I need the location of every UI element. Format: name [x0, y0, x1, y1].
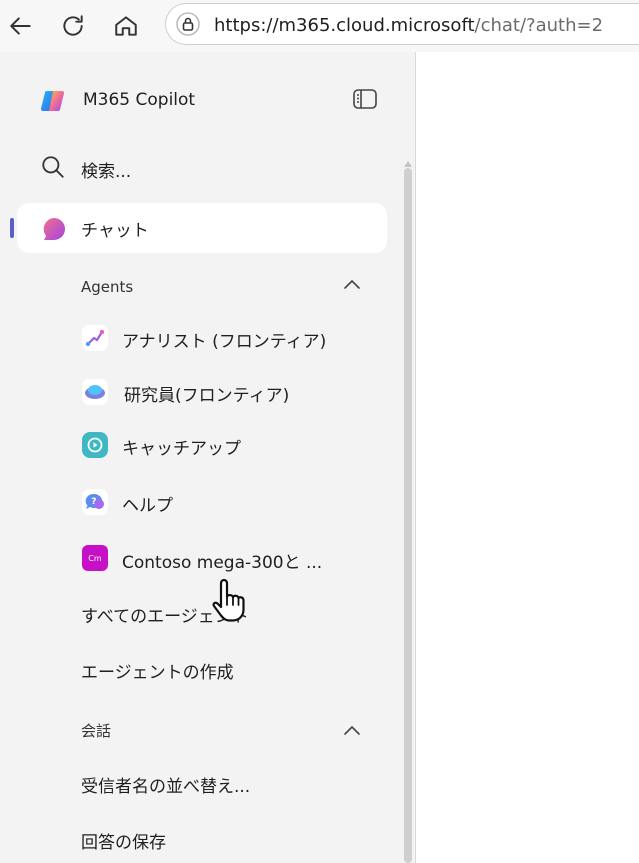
analyst-icon: [82, 325, 108, 351]
sidebar-toggle-icon[interactable]: [352, 88, 378, 114]
search-icon: [42, 156, 64, 178]
agents-section-header[interactable]: Agents: [81, 278, 133, 296]
refresh-button[interactable]: [55, 8, 91, 44]
agent-item-label[interactable]: ヘルプ: [122, 491, 173, 516]
create-agent-link[interactable]: エージェントの作成: [81, 658, 234, 683]
home-icon: [115, 16, 137, 36]
sidebar-item-chat-label[interactable]: チャット: [81, 216, 149, 241]
chat-icon: [41, 216, 67, 246]
conversation-item[interactable]: 回答の保存: [81, 828, 166, 853]
copilot-logo-icon: [40, 88, 68, 118]
address-bar[interactable]: https://m365.cloud.microsoft/chat/?auth=…: [165, 3, 639, 45]
help-icon: ?: [82, 489, 108, 515]
search-button[interactable]: [40, 154, 66, 180]
conversations-section-header[interactable]: 会話: [81, 720, 111, 741]
lock-icon[interactable]: [176, 12, 200, 40]
app-title: M365 Copilot: [83, 90, 196, 110]
back-arrow-icon: [10, 17, 31, 35]
chevron-up-icon[interactable]: [342, 276, 362, 295]
refresh-icon: [63, 15, 83, 36]
agent-item-label[interactable]: アナリスト (フロンティア): [122, 327, 326, 352]
researcher-icon: [82, 379, 108, 405]
svg-text:?: ?: [91, 497, 96, 507]
active-indicator: [10, 218, 14, 238]
url-host: https://m365.cloud.microsoft: [214, 15, 475, 36]
contoso-icon: Cm: [82, 545, 108, 571]
agent-item-label[interactable]: Contoso mega-300と ...: [122, 548, 322, 573]
main-content: [416, 52, 639, 863]
agent-item-label[interactable]: キャッチアップ: [122, 434, 241, 459]
hand-pointer-cursor-icon: [212, 576, 250, 628]
sidebar-item-chat[interactable]: [17, 203, 387, 253]
url-path: /chat/?auth=2: [474, 15, 604, 36]
search-label[interactable]: 検索...: [81, 157, 131, 182]
agent-item-label[interactable]: 研究員(フロンティア): [124, 381, 289, 406]
back-button[interactable]: [3, 8, 39, 44]
browser-toolbar: https://m365.cloud.microsoft/chat/?auth=…: [0, 0, 639, 53]
catchup-icon: [82, 432, 108, 458]
conversation-item[interactable]: 受信者名の並べ替え...: [81, 772, 250, 797]
scrollbar-thumb[interactable]: [404, 168, 412, 863]
home-button[interactable]: [108, 8, 144, 44]
chevron-up-icon[interactable]: [342, 722, 362, 741]
url-text: https://m365.cloud.microsoft/chat/?auth=…: [214, 15, 603, 36]
